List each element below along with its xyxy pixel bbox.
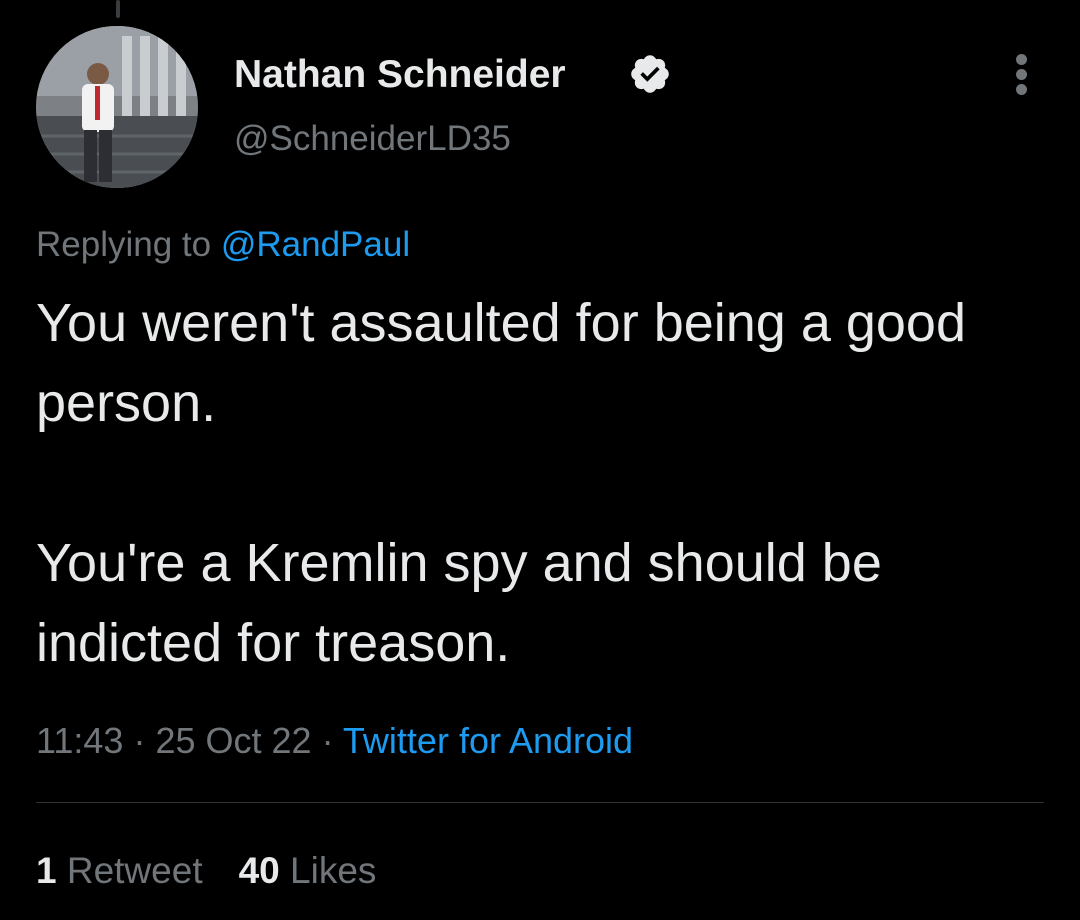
verified-badge-icon <box>631 55 669 93</box>
tweet-body-text: You weren't assaulted for being a good p… <box>36 293 966 673</box>
tweet-source-link[interactable]: Twitter for Android <box>343 720 633 761</box>
retweets-label: Retweet <box>66 850 203 891</box>
tweet-date[interactable]: 25 Oct 22 <box>155 720 311 761</box>
more-options-icon[interactable] <box>1000 48 1044 100</box>
replying-to-label: Replying to <box>36 225 212 264</box>
likes-label: Likes <box>290 850 377 891</box>
likes-count: 40 <box>238 850 280 891</box>
meta-separator: · <box>133 720 146 761</box>
avatar[interactable] <box>36 26 198 188</box>
retweets-stat[interactable]: 1 Retweet <box>36 848 203 894</box>
tweet-stats: 1 Retweet 40 Likes <box>36 848 376 894</box>
thread-connector-line <box>116 0 120 18</box>
avatar-photo <box>36 26 198 188</box>
likes-stat[interactable]: 40 Likes <box>239 848 377 894</box>
author-handle[interactable]: @SchneiderLD35 <box>234 118 511 160</box>
reply-mention-link[interactable]: @RandPaul <box>221 225 410 264</box>
meta-separator: · <box>321 720 334 761</box>
tweet-metadata: 11:43 · 25 Oct 22 · Twitter for Android <box>36 718 633 764</box>
retweets-count: 1 <box>36 850 57 891</box>
author-display-name[interactable]: Nathan Schneider <box>234 52 566 98</box>
divider <box>36 802 1044 803</box>
tweet-time[interactable]: 11:43 <box>36 720 123 761</box>
replying-to-line: Replying to @RandPaul <box>36 223 410 267</box>
